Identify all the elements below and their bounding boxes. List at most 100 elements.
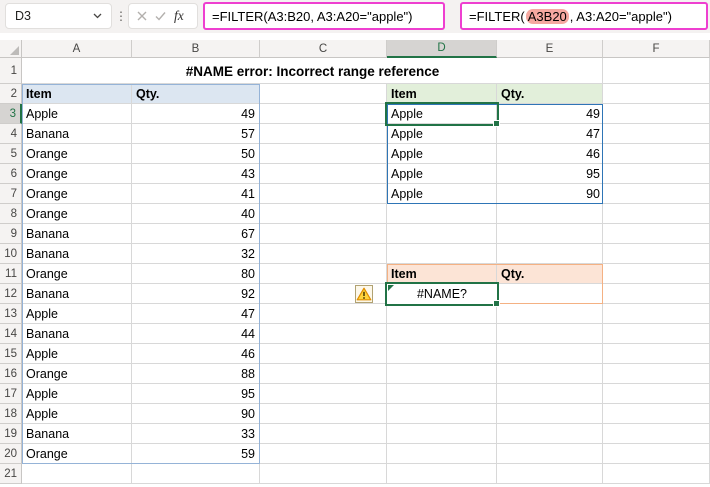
row-header-16[interactable]: 16 <box>0 364 22 384</box>
row-header-7[interactable]: 7 <box>0 184 22 204</box>
cell-c6[interactable] <box>260 164 387 184</box>
cell-c3[interactable] <box>260 104 387 124</box>
cell-f5[interactable] <box>603 144 710 164</box>
cell-d21[interactable] <box>387 464 497 484</box>
cell-e9[interactable] <box>497 224 603 244</box>
row-header-12[interactable]: 12 <box>0 284 22 304</box>
cell-f20[interactable] <box>603 444 710 464</box>
row-header-10[interactable]: 10 <box>0 244 22 264</box>
row-header-21[interactable]: 21 <box>0 464 22 484</box>
cell-c21[interactable] <box>260 464 387 484</box>
cell-e14[interactable] <box>497 324 603 344</box>
cell-f7[interactable] <box>603 184 710 204</box>
cell-f3[interactable] <box>603 104 710 124</box>
column-header-b[interactable]: B <box>132 40 260 58</box>
cell-c20[interactable] <box>260 444 387 464</box>
cell-c18[interactable] <box>260 404 387 424</box>
cell-d9[interactable] <box>387 224 497 244</box>
column-header-e[interactable]: E <box>497 40 603 58</box>
cell-f11[interactable] <box>603 264 710 284</box>
name-box[interactable]: D3 <box>5 3 112 29</box>
cell-d19[interactable] <box>387 424 497 444</box>
cell-c5[interactable] <box>260 144 387 164</box>
column-header-a[interactable]: A <box>22 40 132 58</box>
row-header-15[interactable]: 15 <box>0 344 22 364</box>
error-warning-icon[interactable] <box>355 285 373 303</box>
cell-e20[interactable] <box>497 444 603 464</box>
column-header-f[interactable]: F <box>603 40 710 58</box>
cell-f9[interactable] <box>603 224 710 244</box>
cell-d13[interactable] <box>387 304 497 324</box>
fill-handle[interactable] <box>493 120 500 127</box>
cell-d18[interactable] <box>387 404 497 424</box>
insert-function-icon[interactable]: fx <box>174 8 184 24</box>
row-header-3[interactable]: 3 <box>0 104 22 124</box>
cell-c11[interactable] <box>260 264 387 284</box>
formula-bar-options-icon[interactable]: ⋮ <box>115 8 127 24</box>
cell-f8[interactable] <box>603 204 710 224</box>
row-header-4[interactable]: 4 <box>0 124 22 144</box>
cell-b21[interactable] <box>132 464 260 484</box>
row-header-13[interactable]: 13 <box>0 304 22 324</box>
cell-e10[interactable] <box>497 244 603 264</box>
cell-c14[interactable] <box>260 324 387 344</box>
cell-c15[interactable] <box>260 344 387 364</box>
cell-c10[interactable] <box>260 244 387 264</box>
cell-a21[interactable] <box>22 464 132 484</box>
cell-f18[interactable] <box>603 404 710 424</box>
cell-d20[interactable] <box>387 444 497 464</box>
cell-e16[interactable] <box>497 364 603 384</box>
cell-e8[interactable] <box>497 204 603 224</box>
cell-c2[interactable] <box>260 84 387 104</box>
row-header-14[interactable]: 14 <box>0 324 22 344</box>
cell-f16[interactable] <box>603 364 710 384</box>
cell-f21[interactable] <box>603 464 710 484</box>
cell-c8[interactable] <box>260 204 387 224</box>
cell-c19[interactable] <box>260 424 387 444</box>
cell-f17[interactable] <box>603 384 710 404</box>
row-header-8[interactable]: 8 <box>0 204 22 224</box>
cell-f4[interactable] <box>603 124 710 144</box>
cell-e18[interactable] <box>497 404 603 424</box>
error-cell-d12[interactable]: #NAME? <box>385 282 499 306</box>
cell-c9[interactable] <box>260 224 387 244</box>
row-header-1[interactable]: 1 <box>0 58 22 84</box>
cell-f14[interactable] <box>603 324 710 344</box>
row-header-6[interactable]: 6 <box>0 164 22 184</box>
cell-d15[interactable] <box>387 344 497 364</box>
row-header-2[interactable]: 2 <box>0 84 22 104</box>
formula-input-error[interactable]: =FILTER(A3B20, A3:A20="apple") <box>460 2 708 30</box>
row-header-19[interactable]: 19 <box>0 424 22 444</box>
cell-f2[interactable] <box>603 84 710 104</box>
formula-input-correct[interactable]: =FILTER(A3:B20, A3:A20="apple") <box>203 2 445 30</box>
cell-c4[interactable] <box>260 124 387 144</box>
cell-f15[interactable] <box>603 344 710 364</box>
column-header-d[interactable]: D <box>387 40 497 58</box>
fill-handle[interactable] <box>493 300 500 307</box>
cell-d10[interactable] <box>387 244 497 264</box>
cell-d8[interactable] <box>387 204 497 224</box>
cell-e19[interactable] <box>497 424 603 444</box>
cell-e12[interactable] <box>497 284 603 304</box>
cell-c16[interactable] <box>260 364 387 384</box>
row-header-20[interactable]: 20 <box>0 444 22 464</box>
row-header-11[interactable]: 11 <box>0 264 22 284</box>
cancel-icon[interactable] <box>137 11 147 21</box>
cell-e13[interactable] <box>497 304 603 324</box>
cell-f19[interactable] <box>603 424 710 444</box>
cell-f10[interactable] <box>603 244 710 264</box>
row-header-5[interactable]: 5 <box>0 144 22 164</box>
cell-f12[interactable] <box>603 284 710 304</box>
cell-e15[interactable] <box>497 344 603 364</box>
cell-d14[interactable] <box>387 324 497 344</box>
column-header-c[interactable]: C <box>260 40 387 58</box>
select-all-button[interactable] <box>0 40 22 58</box>
cell-f13[interactable] <box>603 304 710 324</box>
cell-e17[interactable] <box>497 384 603 404</box>
cell-c13[interactable] <box>260 304 387 324</box>
cell-f1[interactable] <box>603 58 710 84</box>
enter-check-icon[interactable] <box>155 11 166 21</box>
row-header-18[interactable]: 18 <box>0 404 22 424</box>
cell-c17[interactable] <box>260 384 387 404</box>
cell-d17[interactable] <box>387 384 497 404</box>
